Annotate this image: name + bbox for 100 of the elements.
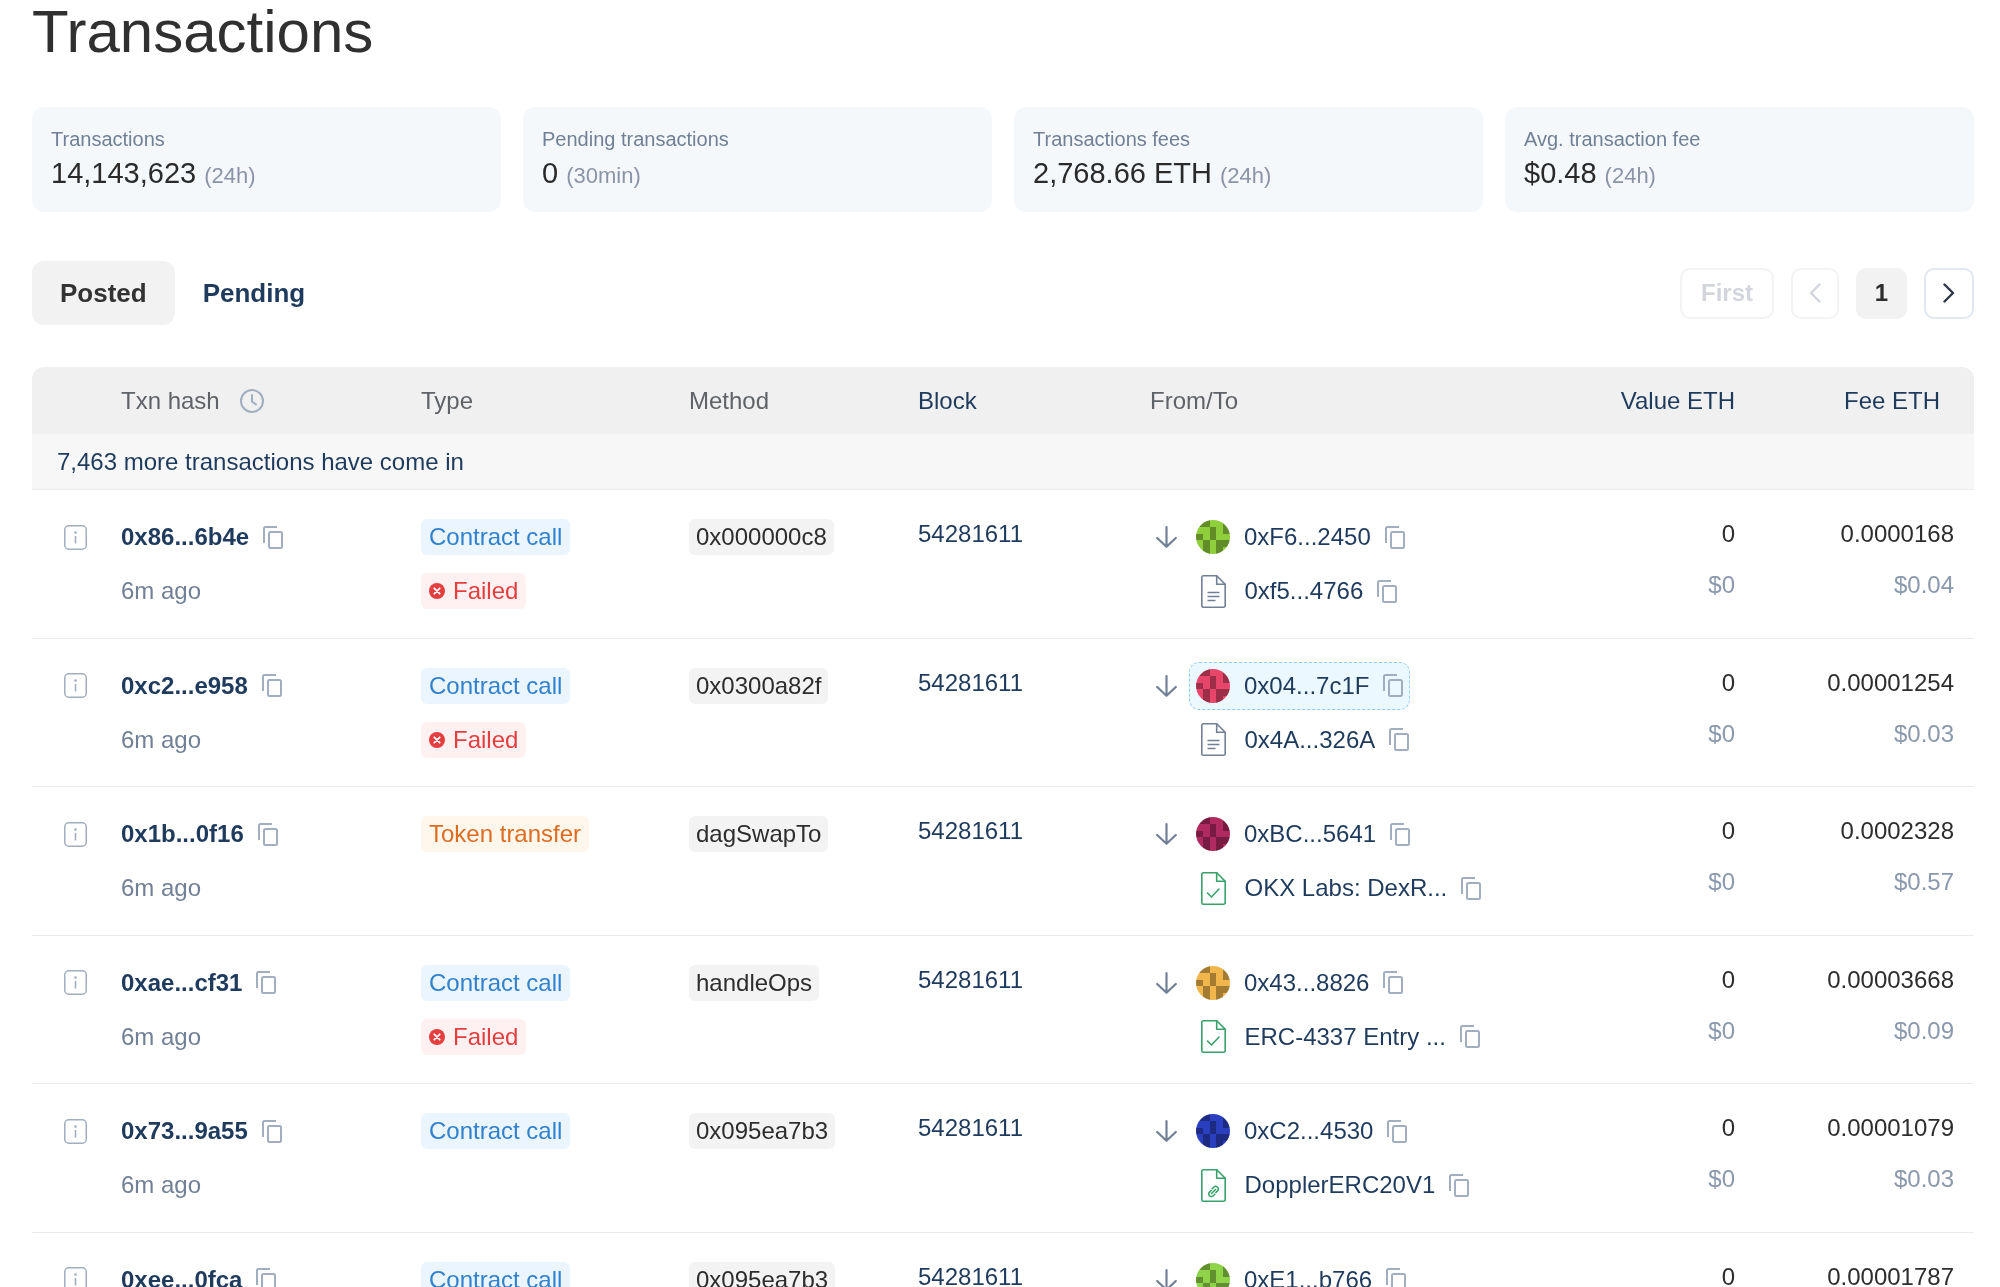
fee-usd: $0.04 <box>1893 570 1954 600</box>
transaction-hash-link[interactable]: 0x73...9a55 <box>121 1113 248 1149</box>
block-number-link[interactable]: 54281611 <box>918 664 1023 701</box>
arrow-down-icon <box>1156 971 1177 994</box>
tab[interactable]: Pending <box>174 261 334 325</box>
page-title: Transactions <box>32 0 375 64</box>
type-tag: Contract call <box>421 1113 571 1149</box>
timestamp: 6m ago <box>121 873 202 903</box>
chevron-right-icon <box>1943 283 1955 303</box>
transaction-hash-link[interactable]: 0xee...0fca <box>121 1261 243 1287</box>
arrow-down-icon <box>1156 526 1177 548</box>
copy-icon[interactable] <box>1383 674 1404 697</box>
fee-amount: 0.00001079 <box>1827 1113 1954 1143</box>
stat-period: (30min) <box>566 162 641 190</box>
fee-amount: 0.00001787 <box>1827 1261 1954 1287</box>
block-number-link[interactable]: 54281611 <box>918 516 1023 552</box>
column-header[interactable]: Value ETH <box>1620 382 1735 419</box>
value-usd: $0 <box>1708 1164 1735 1194</box>
copy-icon[interactable] <box>1389 728 1410 751</box>
type-tag: Contract call <box>421 964 571 1001</box>
address-link[interactable]: 0xf5...4766 <box>1244 573 1364 609</box>
type-tag: Contract call <box>421 519 571 555</box>
value-amount: 0 <box>1721 667 1735 698</box>
block-number-link[interactable]: 54281611 <box>918 1110 1023 1146</box>
document-check-icon <box>1201 871 1226 905</box>
copy-icon[interactable] <box>1390 822 1411 846</box>
address-link[interactable]: DopplerERC20V1 <box>1244 1167 1436 1203</box>
status-label: Failed <box>453 576 519 606</box>
error-icon <box>429 1028 445 1045</box>
new-transactions-notice[interactable]: 7,463 more transactions have come in <box>32 434 1974 490</box>
column-header[interactable]: Block <box>918 382 977 419</box>
copy-icon[interactable] <box>263 525 284 549</box>
stat-label: Pending transactions <box>542 127 730 152</box>
column-header: From/To <box>1150 385 1238 416</box>
transaction-hash-link[interactable]: 0xc2...e958 <box>121 667 248 704</box>
address-link[interactable]: ERC-4337 Entry ... <box>1244 1018 1446 1055</box>
info-icon[interactable] <box>64 673 87 698</box>
info-icon[interactable] <box>64 1267 87 1287</box>
type-tag: Contract call <box>421 667 571 704</box>
stat-period: (24h) <box>1219 162 1272 190</box>
copy-icon[interactable] <box>1384 525 1405 549</box>
copy-icon[interactable] <box>1387 1119 1408 1143</box>
address-link[interactable]: 0xE1...b766 <box>1244 1261 1373 1287</box>
clock-icon[interactable] <box>239 388 264 413</box>
copy-icon[interactable] <box>1377 579 1398 603</box>
address-link[interactable]: 0x4A...326A <box>1244 721 1376 758</box>
copy-icon[interactable] <box>1449 1173 1470 1197</box>
value-usd: $0 <box>1708 718 1735 749</box>
transaction-hash-link[interactable]: 0x86...6b4e <box>121 519 250 555</box>
copy-icon[interactable] <box>261 674 282 697</box>
type-tag: Token transfer <box>421 816 590 852</box>
error-icon <box>429 731 445 748</box>
timestamp: 6m ago <box>121 576 202 606</box>
method-tag: 0x000000c8 <box>689 519 834 555</box>
document-check-icon <box>1201 1020 1226 1053</box>
method-tag: 0x095ea7b3 <box>689 1261 836 1287</box>
block-number-link[interactable]: 54281611 <box>918 961 1023 998</box>
transaction-hash-link[interactable]: 0xae...cf31 <box>121 964 243 1001</box>
block-number-link[interactable]: 54281611 <box>918 813 1023 849</box>
value-amount: 0 <box>1721 816 1735 846</box>
address-link[interactable]: 0xF6...2450 <box>1244 519 1371 555</box>
copy-icon[interactable] <box>256 1268 277 1287</box>
copy-icon[interactable] <box>257 822 278 846</box>
copy-icon[interactable] <box>1461 876 1482 900</box>
stat-value: 0 <box>542 156 559 191</box>
column-header: Type <box>421 385 474 416</box>
address-link[interactable]: 0xBC...5641 <box>1244 816 1377 852</box>
value-usd: $0 <box>1708 570 1735 600</box>
value-amount: 0 <box>1721 519 1735 549</box>
copy-icon[interactable] <box>1383 971 1404 994</box>
address-link[interactable]: OKX Labs: DexR... <box>1244 870 1448 906</box>
info-icon[interactable] <box>64 524 87 550</box>
fee-usd: $0.57 <box>1893 867 1954 897</box>
info-icon[interactable] <box>64 970 87 995</box>
block-number-link[interactable]: 54281611 <box>918 1258 1023 1287</box>
info-icon[interactable] <box>64 1118 87 1144</box>
address-link[interactable]: 0xC2...4530 <box>1244 1113 1374 1149</box>
error-icon <box>429 583 445 599</box>
value-usd: $0 <box>1708 867 1735 897</box>
chevron-left-icon <box>1809 283 1821 303</box>
info-icon[interactable] <box>64 821 87 847</box>
transaction-hash-link[interactable]: 0x1b...0f16 <box>121 816 244 852</box>
fee-usd: $0.03 <box>1893 1164 1954 1194</box>
document-icon <box>1201 723 1226 756</box>
current-page-button[interactable]: 1 <box>1856 267 1907 319</box>
copy-icon[interactable] <box>1459 1025 1480 1048</box>
column-header[interactable]: Fee ETH <box>1843 382 1940 419</box>
arrow-down-icon <box>1156 1120 1177 1142</box>
column-header: Txn hash <box>121 385 220 416</box>
value-usd: $0 <box>1708 1015 1735 1046</box>
next-page-button[interactable] <box>1924 267 1974 319</box>
address-link[interactable]: 0x43...8826 <box>1244 964 1370 1001</box>
fee-amount: 0.0000168 <box>1840 519 1954 549</box>
address-link[interactable]: 0x04...7c1F <box>1244 667 1370 704</box>
copy-icon[interactable] <box>256 971 277 994</box>
copy-icon[interactable] <box>261 1119 282 1143</box>
tab[interactable]: Posted <box>32 261 175 325</box>
copy-icon[interactable] <box>1386 1268 1407 1287</box>
stat-value: 14,143,623 <box>51 156 197 191</box>
method-tag: 0x095ea7b3 <box>689 1113 836 1149</box>
